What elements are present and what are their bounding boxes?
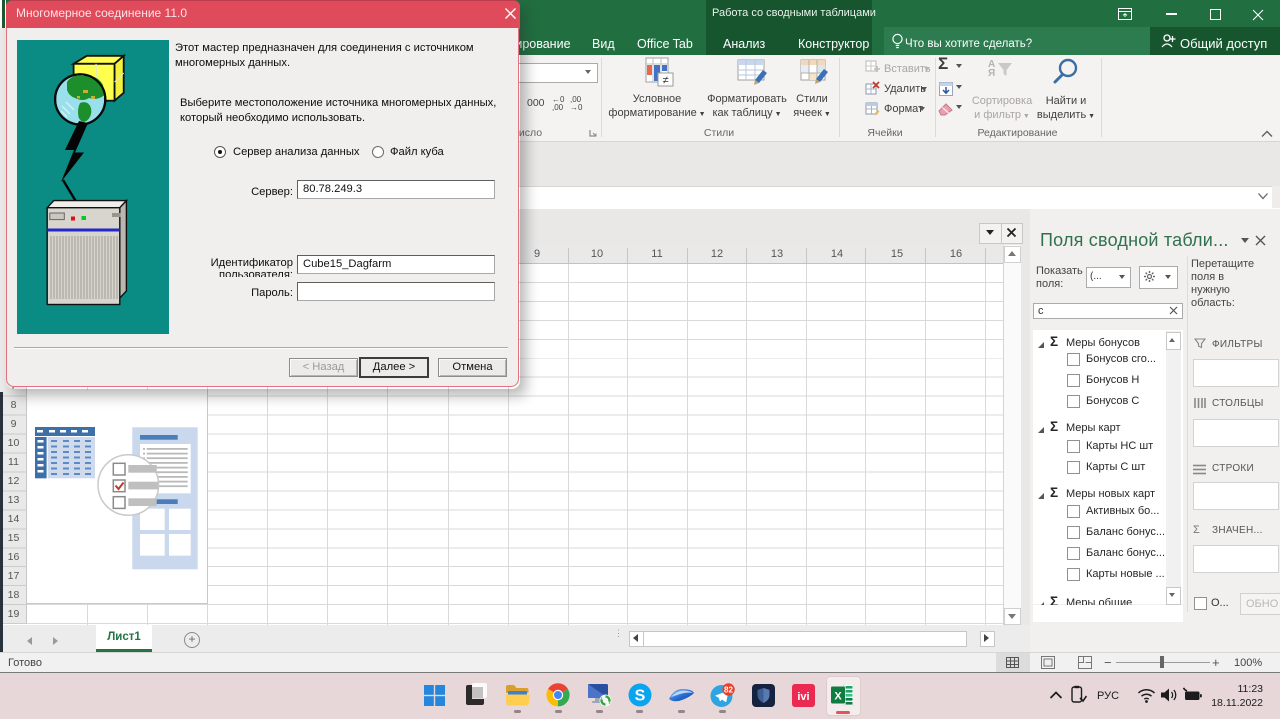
svg-text:82: 82	[724, 685, 733, 694]
svg-text:≠: ≠	[662, 75, 668, 87]
svg-text:X: X	[834, 691, 842, 703]
svg-text:S: S	[635, 688, 646, 705]
svg-text:ivi: ivi	[797, 691, 809, 703]
